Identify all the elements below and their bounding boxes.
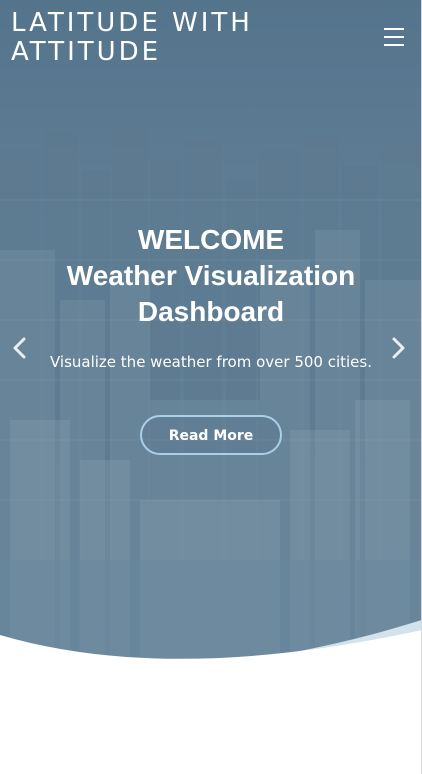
read-more-button[interactable]: Read More (140, 415, 282, 455)
brand-logo-text[interactable]: LATITUDE WITH ATTITUDE (11, 9, 291, 67)
hero-title-line: Weather Visualization (66, 260, 356, 291)
hero-title-line: WELCOME (137, 224, 285, 255)
hero-content: WELCOME Weather Visualization Dashboard … (0, 222, 421, 455)
hero-title: WELCOME Weather Visualization Dashboard (0, 222, 421, 330)
hero-subtitle: Visualize the weather from over 500 citi… (49, 353, 372, 371)
page: LATITUDE WITH ATTITUDE WELCOME Weather V… (0, 0, 422, 774)
hero-carousel: LATITUDE WITH ATTITUDE WELCOME Weather V… (0, 0, 421, 680)
hamburger-menu-icon[interactable] (384, 28, 404, 46)
hero-bottom-wave (0, 620, 421, 680)
hero-title-line: Dashboard (137, 296, 285, 327)
